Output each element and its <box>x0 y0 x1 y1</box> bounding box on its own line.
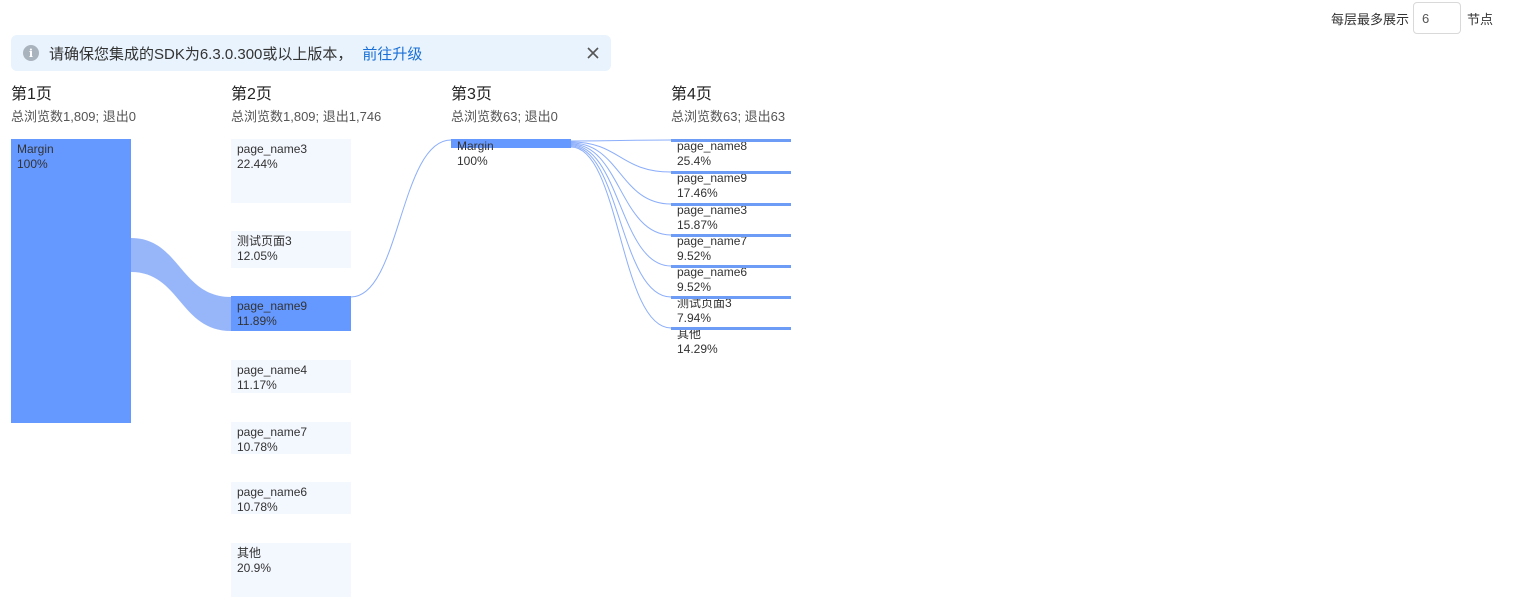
node-percent: 22.44% <box>237 157 278 171</box>
node-col1-margin[interactable]: Margin 100% <box>11 139 131 423</box>
node-col3-margin[interactable]: Margin 100% <box>451 139 571 168</box>
node-name: page_name3 <box>677 203 748 217</box>
node-name: page_name8 <box>677 139 748 153</box>
flow-link-col3-col4[interactable] <box>570 144 672 267</box>
node-percent: 10.78% <box>237 500 278 514</box>
node-percent: 10.78% <box>237 440 278 454</box>
node-col4-item[interactable]: 测试页面3 7.94% <box>671 296 791 325</box>
node-col2-item[interactable]: page_name6 10.78% <box>231 482 351 514</box>
node-name: page_name7 <box>237 425 308 439</box>
flow-link-col3-col4[interactable] <box>570 141 672 173</box>
node-name: page_name7 <box>677 234 748 248</box>
flow-link-col1-col2[interactable] <box>131 238 231 331</box>
node-name: page_name6 <box>237 485 308 499</box>
node-percent: 15.87% <box>677 218 718 232</box>
node-name: page_name4 <box>237 363 308 377</box>
node-col2-item[interactable]: page_name3 22.44% <box>231 139 351 203</box>
node-col2-item[interactable]: 测试页面3 12.05% <box>231 231 351 268</box>
node-percent: 11.17% <box>237 378 277 392</box>
node-name: Margin <box>457 139 494 153</box>
flow-links-col3-col4 <box>570 139 672 329</box>
node-percent: 12.05% <box>237 249 278 263</box>
node-col4-item[interactable]: page_name9 17.46% <box>671 171 791 200</box>
node-name: 其他 <box>237 546 262 560</box>
node-col4-item[interactable]: page_name8 25.4% <box>671 139 791 168</box>
flow-link-col3-col4[interactable] <box>570 145 672 298</box>
flow-link-col3-col4[interactable] <box>570 139 672 142</box>
flow-link-col2-col3[interactable] <box>350 139 452 298</box>
node-name: Margin <box>17 142 54 156</box>
node-percent: 9.52% <box>677 280 712 294</box>
node-col4-item[interactable]: page_name7 9.52% <box>671 234 791 263</box>
node-col2-item[interactable]: 其他 20.9% <box>231 543 351 597</box>
node-name: 其他 <box>677 327 702 341</box>
node-percent: 100% <box>457 154 488 168</box>
node-name: page_name9 <box>237 299 308 313</box>
node-col4-item[interactable]: 其他 14.29% <box>671 327 791 356</box>
node-col4-item[interactable]: page_name6 9.52% <box>671 265 791 294</box>
node-col2-item-selected[interactable]: page_name9 11.89% <box>231 296 351 331</box>
node-percent: 17.46% <box>677 186 718 200</box>
node-col2-item[interactable]: page_name4 11.17% <box>231 360 351 393</box>
node-percent: 20.9% <box>237 561 272 575</box>
node-name: 测试页面3 <box>677 296 732 310</box>
node-percent: 14.29% <box>677 342 718 356</box>
node-percent: 9.52% <box>677 249 712 263</box>
node-col2-item[interactable]: page_name7 10.78% <box>231 422 351 454</box>
node-name: page_name3 <box>237 142 308 156</box>
node-percent: 11.89% <box>237 314 277 328</box>
node-name: 测试页面3 <box>237 234 292 248</box>
node-percent: 7.94% <box>677 311 712 325</box>
node-col4-item[interactable]: page_name3 15.87% <box>671 203 791 232</box>
node-percent: 25.4% <box>677 154 712 168</box>
node-name: page_name6 <box>677 265 748 279</box>
node-percent: 100% <box>17 157 48 171</box>
node-name: page_name9 <box>677 171 748 185</box>
